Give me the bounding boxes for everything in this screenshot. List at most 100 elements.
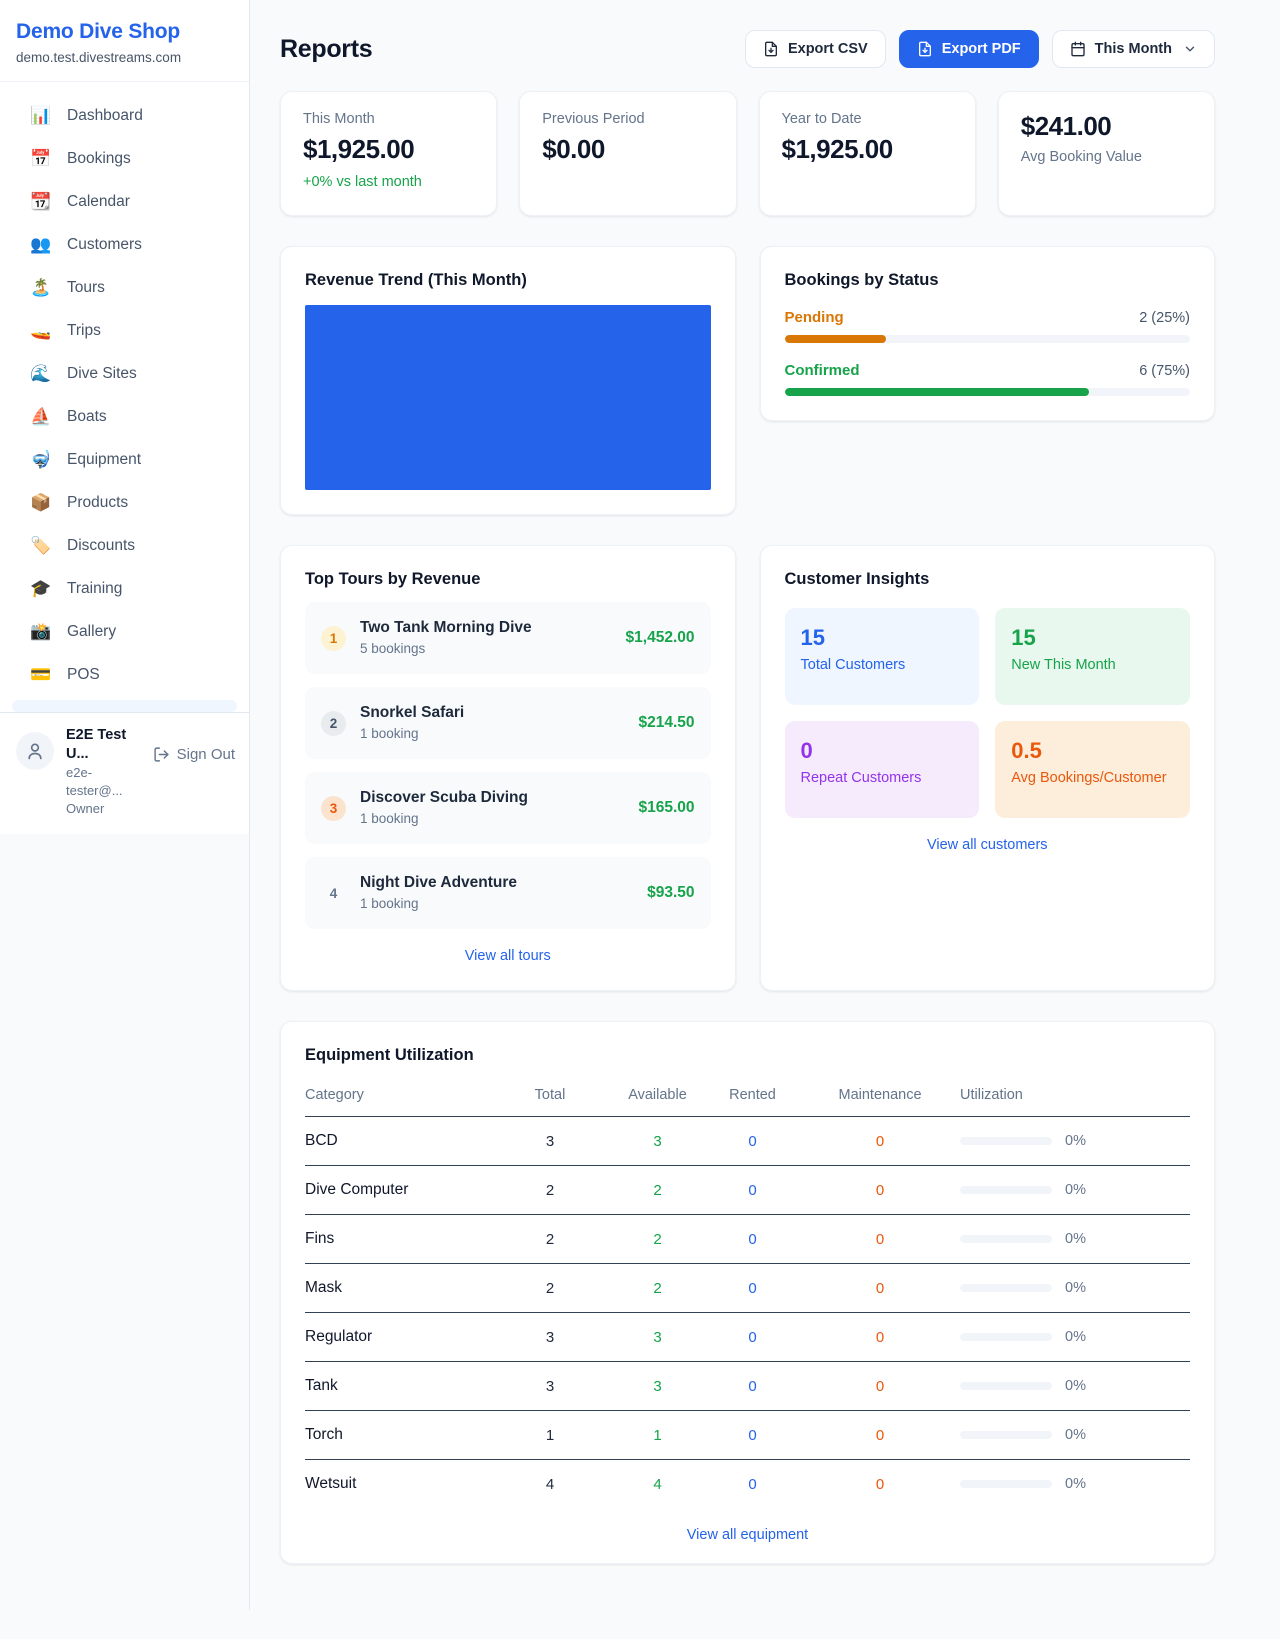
stat-card-this-month: This Month $1,925.00 +0% vs last month (280, 91, 497, 216)
tile-avg-bookings-customer: 0.5 Avg Bookings/Customer (995, 721, 1190, 818)
island-icon: 🏝️ (30, 277, 52, 299)
avatar (16, 732, 54, 770)
utilization-cell: 0% (960, 1378, 1190, 1394)
sidebar-item-training[interactable]: 🎓 Training (12, 567, 237, 610)
period-dropdown[interactable]: This Month (1052, 30, 1215, 68)
chevron-down-icon (1183, 42, 1197, 56)
utilization-track (960, 1333, 1052, 1341)
tour-name: Two Tank Morning Dive (360, 617, 612, 639)
calendar-icon: 📆 (30, 191, 52, 213)
user-name: E2E Test U... (66, 726, 141, 764)
progress-track (785, 335, 1191, 343)
sidebar-item-label: Tours (67, 276, 105, 299)
stat-label: This Month (303, 111, 474, 127)
sidebar-item-boats[interactable]: ⛵ Boats (12, 395, 237, 438)
bookings-by-status-card: Bookings by Status Pending 2 (25%) Confi… (760, 246, 1216, 421)
main-content: Reports Export CSV Export PDF (250, 0, 1280, 1639)
sidebar-item-equipment[interactable]: 🤿 Equipment (12, 438, 237, 481)
tile-label: Repeat Customers (801, 770, 964, 786)
utilization-cell: 0% (960, 1280, 1190, 1296)
view-all-customers-link[interactable]: View all customers (785, 837, 1191, 853)
sidebar-item-trips[interactable]: 🚤 Trips (12, 309, 237, 352)
stat-value: $1,925.00 (782, 134, 953, 165)
table-row: Wetsuit 4 4 0 0 0% (305, 1460, 1190, 1508)
rank-badge: 3 (321, 796, 346, 821)
stats-row: This Month $1,925.00 +0% vs last month P… (280, 91, 1215, 216)
list-item: 3 Discover Scuba Diving 1 booking $165.0… (305, 772, 711, 844)
sidebar-item-label: Trips (67, 319, 101, 342)
logout-icon (153, 746, 170, 763)
sidebar-item-label: Equipment (67, 448, 141, 471)
export-pdf-button[interactable]: Export PDF (899, 30, 1039, 68)
view-all-tours-link[interactable]: View all tours (305, 948, 711, 964)
progress-fill-pending (785, 335, 886, 343)
rank-badge: 4 (321, 881, 346, 906)
tile-value: 15 (801, 625, 964, 651)
sidebar-item-products[interactable]: 📦 Products (12, 481, 237, 524)
shop-name: Demo Dive Shop (16, 20, 229, 44)
tile-value: 0 (801, 738, 964, 764)
tile-label: Avg Bookings/Customer (1011, 770, 1174, 786)
sidebar-item-discounts[interactable]: 🏷️ Discounts (12, 524, 237, 567)
sidebar: Demo Dive Shop demo.test.divestreams.com… (0, 0, 250, 1610)
sidebar-item-label: Dive Sites (67, 362, 137, 385)
tour-bookings: 5 bookings (360, 639, 612, 659)
export-csv-button[interactable]: Export CSV (745, 30, 886, 68)
sidebar-item-label: Boats (67, 405, 107, 428)
user-role: Owner (66, 800, 141, 818)
status-count: 6 (75%) (1139, 363, 1190, 379)
file-download-icon (763, 41, 779, 57)
sidebar-item-label: Gallery (67, 620, 116, 643)
equipment-table: Category Total Available Rented Maintena… (305, 1079, 1190, 1508)
stat-label: Year to Date (782, 111, 953, 127)
sidebar-header: Demo Dive Shop demo.test.divestreams.com (0, 0, 249, 82)
stat-delta: +0% vs last month (303, 174, 474, 190)
status-count: 2 (25%) (1139, 310, 1190, 326)
revenue-trend-chart (305, 305, 711, 490)
table-row: Torch 1 1 0 0 0% (305, 1411, 1190, 1460)
tile-label: Total Customers (801, 657, 964, 673)
sidebar-item-dashboard[interactable]: 📊 Dashboard (12, 94, 237, 137)
revenue-trend-card: Revenue Trend (This Month) (280, 246, 736, 515)
tag-icon: 🏷️ (30, 535, 52, 557)
table-row: Dive Computer 2 2 0 0 0% (305, 1166, 1190, 1215)
customer-insights-title: Customer Insights (785, 570, 1191, 589)
sidebar-item-calendar[interactable]: 📆 Calendar (12, 180, 237, 223)
diving-mask-icon: 🤿 (30, 449, 52, 471)
table-row: Mask 2 2 0 0 0% (305, 1264, 1190, 1313)
sidebar-item-label: Training (67, 577, 122, 600)
sidebar-item-reports-partial[interactable] (12, 700, 237, 712)
sidebar-item-gallery[interactable]: 📸 Gallery (12, 610, 237, 653)
tour-name: Snorkel Safari (360, 702, 624, 724)
user-email: e2e-tester@... (66, 764, 141, 800)
sidebar-item-customers[interactable]: 👥 Customers (12, 223, 237, 266)
table-row: Tank 3 3 0 0 0% (305, 1362, 1190, 1411)
list-item: 2 Snorkel Safari 1 booking $214.50 (305, 687, 711, 759)
view-all-equipment-link[interactable]: View all equipment (305, 1527, 1190, 1543)
tour-amount: $1,452.00 (626, 629, 695, 647)
sidebar-item-tours[interactable]: 🏝️ Tours (12, 266, 237, 309)
credit-card-icon: 💳 (30, 664, 52, 686)
tile-label: New This Month (1011, 657, 1174, 673)
package-icon: 📦 (30, 492, 52, 514)
column-header: Utilization (960, 1087, 1190, 1103)
sign-out-button[interactable]: Sign Out (153, 746, 235, 763)
tour-name: Discover Scuba Diving (360, 787, 624, 809)
utilization-track (960, 1137, 1052, 1145)
tile-value: 15 (1011, 625, 1174, 651)
sidebar-item-dive-sites[interactable]: 🌊 Dive Sites (12, 352, 237, 395)
bookings-calendar-icon: 📅 (30, 148, 52, 170)
utilization-track (960, 1235, 1052, 1243)
list-item: 4 Night Dive Adventure 1 booking $93.50 (305, 857, 711, 929)
customer-insights-card: Customer Insights 15 Total Customers 15 … (760, 545, 1216, 991)
stat-label: Previous Period (542, 111, 713, 127)
sidebar-item-pos[interactable]: 💳 POS (12, 653, 237, 696)
top-tours-title: Top Tours by Revenue (305, 570, 711, 589)
top-tours-card: Top Tours by Revenue 1 Two Tank Morning … (280, 545, 736, 991)
status-label: Confirmed (785, 362, 860, 379)
sidebar-item-bookings[interactable]: 📅 Bookings (12, 137, 237, 180)
list-item: 1 Two Tank Morning Dive 5 bookings $1,45… (305, 602, 711, 674)
tile-repeat-customers: 0 Repeat Customers (785, 721, 980, 818)
sidebar-item-label: Calendar (67, 190, 130, 213)
sailboat-icon: ⛵ (30, 406, 52, 428)
